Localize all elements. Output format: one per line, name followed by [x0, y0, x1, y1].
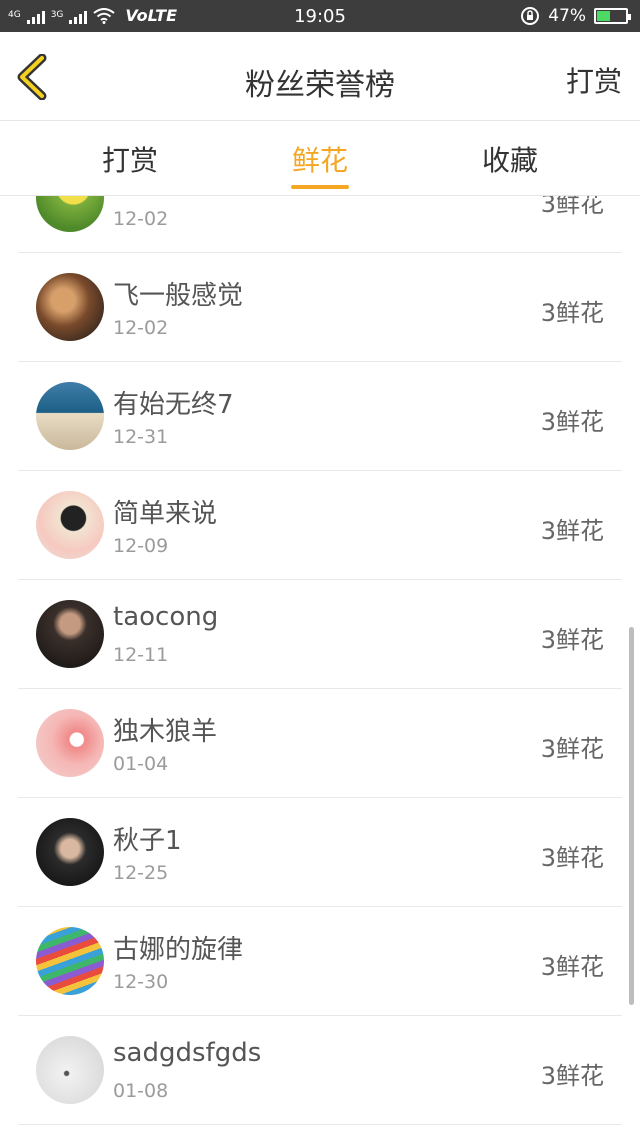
fan-name: 简单来说 — [113, 499, 218, 529]
fan-name: sadgdsfgds — [113, 1038, 262, 1068]
avatar — [36, 1036, 104, 1104]
flower-count: 3鲜花 — [540, 196, 604, 218]
rotation-lock-icon — [521, 7, 540, 25]
header: 粉丝荣誉榜 打赏 — [0, 32, 640, 121]
flower-count: 3鲜花 — [540, 953, 604, 981]
avatar — [36, 273, 104, 341]
list-item[interactable]: 有始无终7 12-31 3鲜花 — [18, 362, 622, 471]
avatar — [36, 709, 104, 777]
avatar — [36, 927, 104, 995]
battery-icon — [594, 8, 631, 24]
fan-name: 独木狼羊 — [113, 717, 218, 747]
avatar — [36, 600, 104, 668]
flower-count: 3鲜花 — [540, 844, 604, 872]
list-item[interactable]: 独木狼羊 01-04 3鲜花 — [18, 689, 622, 798]
list-item[interactable]: sadgdsfgds 01-08 3鲜花 — [18, 1016, 622, 1125]
list-item[interactable]: 秋子1 12-25 3鲜花 — [18, 798, 622, 907]
fan-date: 12-30 — [113, 971, 169, 993]
avatar — [36, 196, 104, 232]
fan-date: 12-31 — [113, 426, 169, 448]
fan-date: 12-09 — [113, 535, 169, 557]
fan-date: 01-04 — [113, 753, 169, 775]
reward-button[interactable]: 打赏 — [566, 60, 622, 100]
fan-name: 有始无终7 — [113, 390, 234, 420]
fan-date: 12-02 — [113, 317, 169, 339]
list-item[interactable]: 12-02 3鲜花 — [18, 196, 622, 253]
flower-count: 3鲜花 — [540, 517, 604, 545]
fan-date: 12-25 — [113, 862, 169, 884]
flower-count: 3鲜花 — [540, 299, 604, 327]
list-item[interactable]: taocong 12-11 3鲜花 — [18, 580, 622, 689]
tab-reward[interactable]: 打赏 — [70, 139, 190, 179]
fan-name: 飞一般感觉 — [113, 281, 244, 311]
fan-date: 01-08 — [113, 1080, 169, 1102]
fan-name: 秋子1 — [113, 826, 182, 856]
fan-list[interactable]: 12-02 3鲜花 飞一般感觉 12-02 3鲜花 有始无终7 12-31 3鲜… — [0, 196, 640, 1138]
fan-name: 古娜的旋律 — [113, 935, 244, 965]
fan-name: taocong — [113, 602, 219, 632]
battery-fill — [597, 11, 611, 21]
flower-count: 3鲜花 — [540, 1062, 604, 1090]
list-item[interactable]: 古娜的旋律 12-30 3鲜花 — [18, 907, 622, 1016]
flower-count: 3鲜花 — [540, 626, 604, 654]
fan-list-content: 12-02 3鲜花 飞一般感觉 12-02 3鲜花 有始无终7 12-31 3鲜… — [0, 196, 640, 1125]
battery-percent: 47% — [548, 6, 586, 26]
avatar — [36, 382, 104, 450]
list-item[interactable]: 飞一般感觉 12-02 3鲜花 — [18, 253, 622, 362]
avatar — [36, 491, 104, 559]
tab-favorites[interactable]: 收藏 — [450, 139, 570, 179]
status-bar: 4G 3G VoLTE 19:05 47% — [0, 0, 640, 32]
flower-count: 3鲜花 — [540, 735, 604, 763]
fan-date: 12-02 — [113, 208, 169, 230]
status-right: 47% — [520, 6, 631, 26]
page-title: 粉丝荣誉榜 — [245, 68, 395, 103]
tab-flowers[interactable]: 鲜花 — [260, 139, 380, 179]
fan-date: 12-11 — [113, 644, 169, 666]
avatar — [36, 818, 104, 886]
active-tab-indicator — [291, 185, 349, 189]
flower-count: 3鲜花 — [540, 408, 604, 436]
list-item[interactable]: 简单来说 12-09 3鲜花 — [18, 471, 622, 580]
scrollbar[interactable] — [629, 627, 634, 1005]
